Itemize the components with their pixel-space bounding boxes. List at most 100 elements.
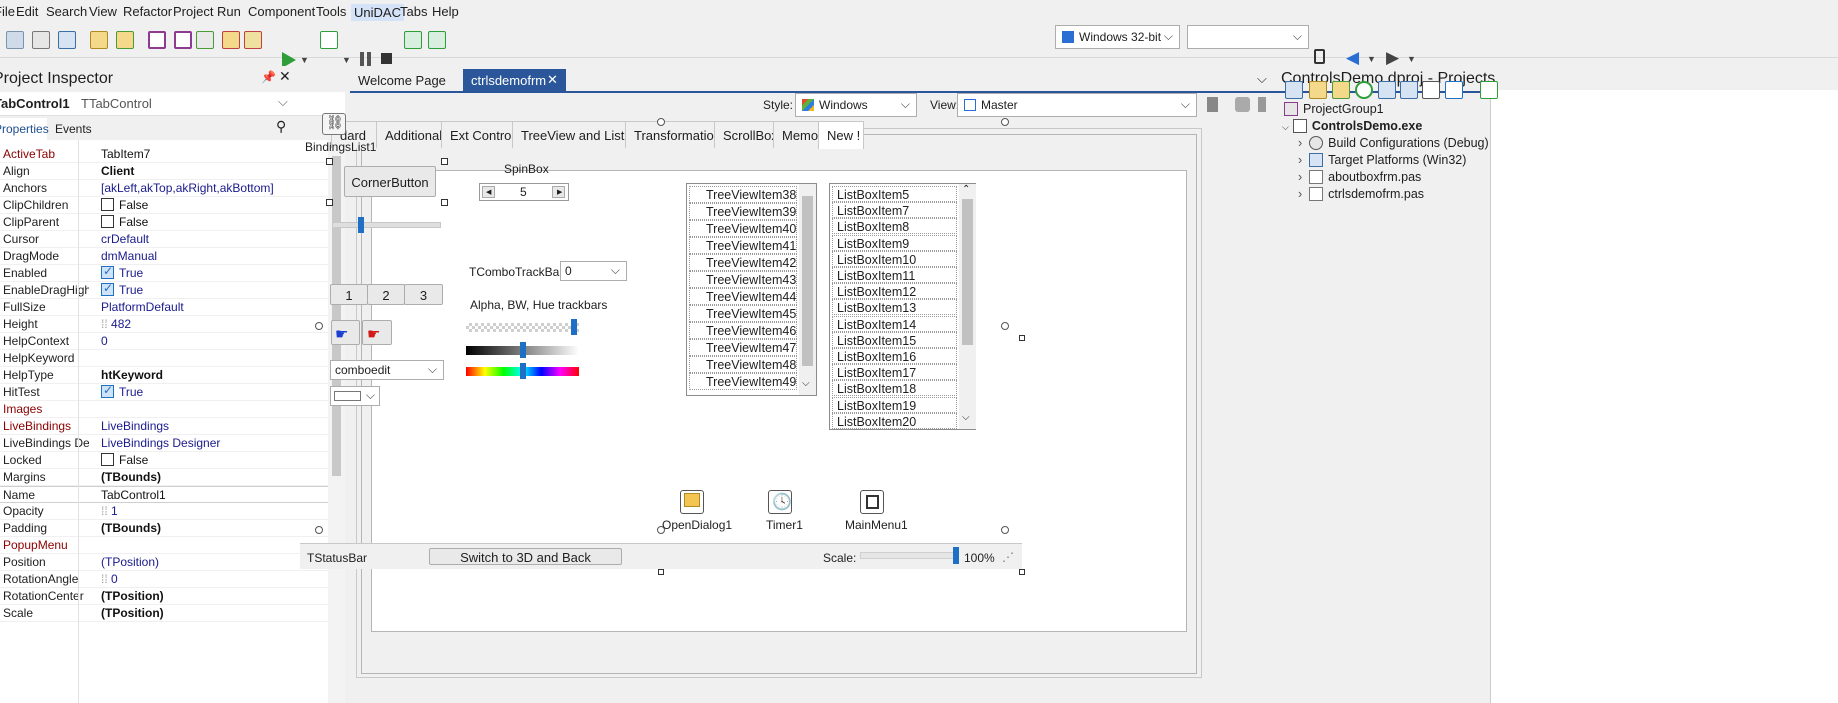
property-row[interactable]: RotationCenter (TPosition) [0, 588, 328, 605]
hue-trackbar[interactable] [466, 363, 579, 379]
property-value[interactable]: False [101, 198, 148, 212]
property-value[interactable]: TabControl1 [101, 488, 166, 502]
scale-thumb[interactable] [953, 547, 959, 564]
list-box-item[interactable]: ListBoxItem18 [832, 380, 957, 397]
blue-pointer-button[interactable]: ☛ [331, 320, 360, 345]
save-all-icon[interactable] [174, 31, 192, 49]
device-preview-icon[interactable] [1207, 97, 1218, 112]
property-row[interactable]: Locked False [0, 452, 328, 469]
chevron-right-icon[interactable]: › [1298, 136, 1302, 150]
stepper-icon[interactable]: ⁞⁞ [101, 504, 111, 518]
add-file-icon[interactable] [196, 31, 214, 49]
stepper-icon[interactable]: ⁞⁞ [101, 317, 111, 331]
red-pointer-button[interactable]: ☛ [362, 320, 392, 345]
pin-icon[interactable]: 📌 [261, 70, 276, 84]
property-row[interactable]: Height ⁞⁞ 482 [0, 316, 328, 333]
property-value[interactable]: TabItem7 [101, 147, 150, 161]
tree-view-item[interactable]: TreeViewItem39 [689, 203, 797, 220]
checkbox-bottom-right[interactable] [441, 199, 448, 206]
checkbox-bottom-left[interactable] [326, 199, 333, 206]
tab-welcome-page[interactable]: Welcome Page [350, 69, 454, 91]
tab-ctrlsdemofrm[interactable]: ctrlsdemofrm ✕ [463, 69, 566, 91]
property-row[interactable]: Margins (TBounds) [0, 469, 328, 486]
segment-2[interactable]: 2 [367, 284, 405, 305]
add-project-icon[interactable] [1285, 81, 1303, 99]
form-tab[interactable]: TreeView and ListBox [512, 121, 626, 148]
bw-trackbar[interactable] [466, 342, 579, 358]
checkbox-icon[interactable] [101, 453, 114, 466]
form-tab[interactable]: Ext Controls [441, 121, 513, 148]
tree-project-exe[interactable]: ⌵ ControlsDemo.exe [1282, 119, 1422, 133]
property-row[interactable]: Opacity ⁞⁞ 1 [0, 503, 328, 520]
form-tab[interactable]: Additional [376, 121, 442, 148]
forward-dropdown-icon[interactable]: ▼ [1407, 54, 1416, 64]
segment-3[interactable]: 3 [404, 284, 443, 305]
menu-view[interactable]: View [89, 4, 117, 19]
property-value[interactable]: (TBounds) [101, 521, 161, 535]
checkbox-top-right[interactable] [441, 158, 448, 165]
close-tab-icon[interactable]: ✕ [547, 72, 558, 88]
save-icon[interactable] [148, 31, 166, 49]
property-value[interactable]: [akLeft,akTop,akRight,akBottom] [101, 181, 274, 195]
chevron-down-icon[interactable]: ⌵ [802, 378, 810, 389]
checkbox-icon[interactable] [101, 281, 114, 296]
property-row[interactable]: RotationAngle ⁞⁞ 0 [0, 571, 328, 588]
segment-1[interactable]: 1 [330, 284, 368, 305]
chevron-down-icon[interactable]: ⌵ [962, 412, 970, 423]
list-box[interactable]: ListBoxItem5 ListBoxItem7 ListBoxItem8 List… [829, 183, 976, 430]
tree-project-group[interactable]: ProjectGroup1 [1284, 102, 1384, 116]
property-value[interactable]: dmManual [101, 249, 157, 263]
comboedit[interactable]: comboedit ⌵ [330, 360, 444, 380]
checkbox-icon[interactable] [101, 198, 114, 211]
reopen-icon[interactable] [116, 31, 134, 49]
menu-unidac[interactable]: UniDAC [351, 4, 404, 21]
tab-list-chevron-icon[interactable]: ⌵ [1257, 71, 1267, 87]
tree-view-item[interactable]: TreeViewItem48 [689, 356, 797, 373]
options-icon[interactable] [1422, 81, 1440, 99]
stepper-icon[interactable]: ⁞⁞ [101, 572, 111, 586]
property-value[interactable]: False [101, 215, 148, 229]
trash-icon[interactable] [1258, 97, 1266, 112]
pause-icon[interactable] [360, 52, 364, 66]
sync-icon[interactable] [1355, 81, 1373, 99]
spin-left-icon[interactable]: ◀ [482, 186, 495, 198]
property-value[interactable]: LiveBindings Designer [101, 436, 220, 450]
platform-select[interactable]: Windows 32-bit ⌵ [1055, 25, 1180, 49]
property-row[interactable]: Scale (TPosition) [0, 605, 328, 622]
list-box-item[interactable]: ListBoxItem16 [832, 348, 957, 364]
menu-search[interactable]: Search [46, 4, 87, 19]
property-row[interactable]: ActiveTab TabItem7 [0, 146, 328, 163]
property-row[interactable]: Padding (TBounds) [0, 520, 328, 537]
property-value[interactable]: ⁞⁞ 0 [101, 572, 118, 586]
list-box-item[interactable]: ListBoxItem17 [832, 364, 957, 381]
tree-view-item[interactable]: TreeViewItem47 [689, 339, 797, 356]
property-row[interactable]: LiveBindings Designer LiveBindings Design… [0, 435, 328, 452]
tab-properties[interactable]: Properties [0, 118, 49, 140]
property-row[interactable]: HitTest True [0, 383, 328, 401]
menu-project[interactable]: Project [173, 4, 213, 19]
new-folder-icon[interactable] [90, 31, 108, 49]
compile-icon[interactable] [1400, 81, 1418, 99]
search-icon[interactable]: ⚲ [276, 118, 286, 135]
timer-icon[interactable]: 🕓 [768, 490, 792, 514]
scale-trackbar[interactable] [860, 547, 959, 564]
forward-arrow-icon[interactable]: ▶ [1386, 48, 1399, 68]
open-project-icon[interactable] [58, 31, 76, 49]
alpha-thumb[interactable] [571, 319, 577, 335]
property-value[interactable]: (TBounds) [101, 470, 161, 484]
list-box-item[interactable]: ListBoxItem14 [832, 315, 957, 332]
tree-view-item[interactable]: TreeViewItem40 [689, 220, 797, 237]
list-box-item[interactable]: ListBoxItem12 [832, 283, 957, 300]
property-value[interactable]: ⁞⁞ 482 [101, 317, 131, 331]
resize-grip-icon[interactable]: ⋰ [1002, 550, 1014, 564]
property-row[interactable]: ClipParent False [0, 214, 328, 231]
color-combo[interactable]: ⌵ [330, 386, 380, 406]
list-box-item[interactable]: ListBoxItem19 [832, 396, 957, 413]
property-value[interactable]: False [101, 453, 148, 467]
property-row[interactable]: Images [0, 401, 328, 418]
property-value[interactable]: LiveBindings [101, 419, 169, 433]
tree-project-child[interactable]: › Target Platforms (Win32) [1298, 153, 1466, 167]
close-icon[interactable]: ✕ [279, 68, 291, 85]
property-row[interactable]: PopupMenu [0, 537, 328, 554]
checkbox-top-left[interactable] [326, 158, 333, 165]
